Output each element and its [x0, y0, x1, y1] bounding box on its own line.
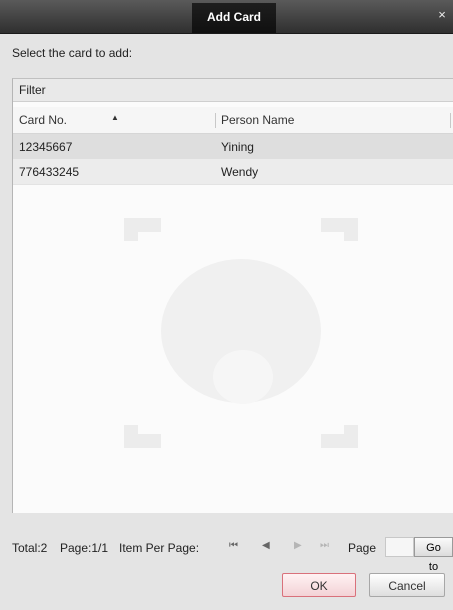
filter-row[interactable]: Filter [13, 79, 453, 102]
filter-label: Filter [19, 83, 46, 97]
page-number-input[interactable] [385, 537, 414, 557]
select-card-prompt: Select the card to add: [12, 46, 133, 60]
page-indicator: Page:1/1 [60, 541, 109, 555]
card-no-cell: 776433245 [19, 165, 80, 179]
person-name-cell: Yining [221, 140, 254, 154]
card-table: Filter ▲ Card No. Person Name 12345667 Y… [12, 78, 453, 513]
cancel-button[interactable]: Cancel [369, 573, 445, 597]
prev-page-icon[interactable]: ◀ [262, 540, 270, 551]
next-page-icon[interactable]: ▶ [294, 540, 302, 551]
sort-caret-icon: ▲ [111, 113, 119, 122]
dialog-title: Add Card [192, 3, 276, 33]
first-page-icon[interactable]: ⏮ [229, 540, 238, 551]
close-icon[interactable]: × [435, 8, 449, 22]
card-no-cell: 12345667 [19, 140, 73, 154]
table-row[interactable]: 776433245 Wendy [13, 159, 453, 185]
goto-button[interactable]: Go to [414, 537, 453, 573]
title-bar: Add Card × [0, 0, 453, 34]
column-header-person-name[interactable]: Person Name [221, 113, 294, 127]
person-name-cell: Wendy [221, 165, 259, 179]
page-field-label: Page [348, 541, 377, 555]
items-per-page-label: Item Per Page: [119, 541, 200, 555]
total-count: Total:2 [12, 541, 48, 555]
pagination-bar: Total:2 Page:1/1 Item Per Page: ⏮ ◀ ▶ ⏭ … [0, 530, 453, 573]
table-header: ▲ Card No. Person Name [13, 107, 453, 134]
last-page-icon[interactable]: ⏭ [320, 540, 329, 551]
column-divider [215, 113, 216, 128]
table-row[interactable]: 12345667 Yining [13, 134, 453, 160]
column-header-card-no[interactable]: Card No. [19, 113, 67, 127]
ok-button[interactable]: OK [282, 573, 356, 597]
column-divider [450, 113, 451, 128]
add-card-dialog: Add Card × Select the card to add: Filte… [0, 0, 453, 610]
